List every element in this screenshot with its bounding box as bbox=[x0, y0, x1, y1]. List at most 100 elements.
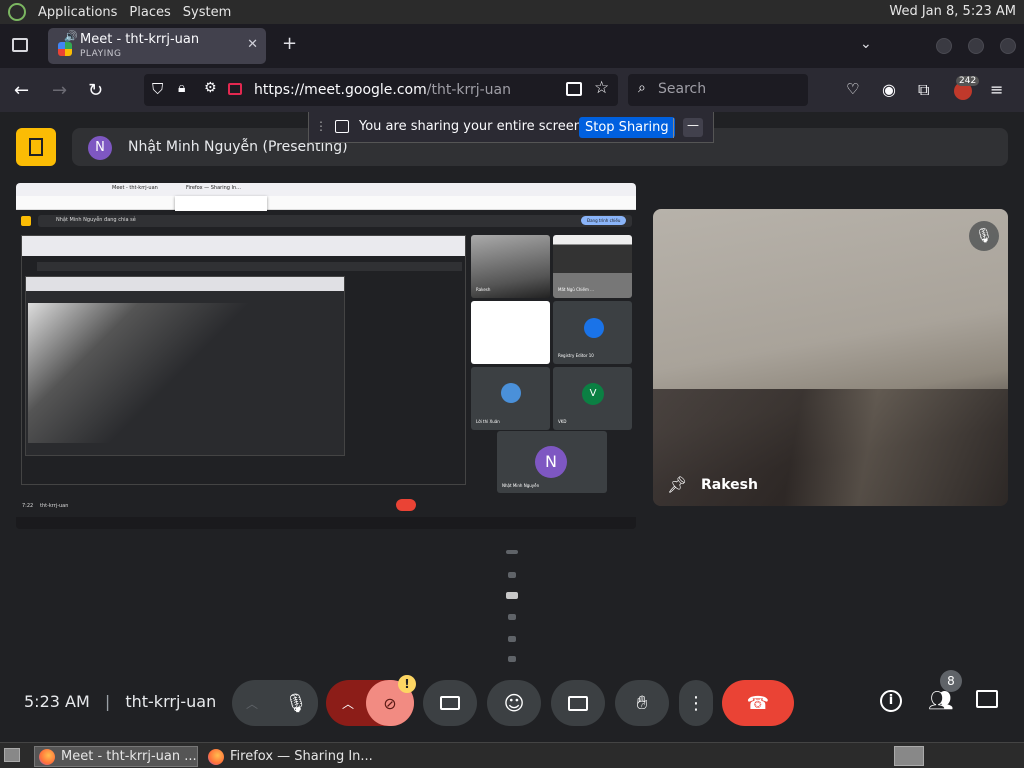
inner-registry-label: Registry Editor 10 bbox=[558, 353, 594, 358]
more-options-button[interactable]: ⋮ bbox=[679, 680, 713, 726]
inner-registry-icon bbox=[584, 318, 604, 338]
nested-tabbar-2 bbox=[26, 277, 344, 291]
inner-tile-label: Rakesh bbox=[476, 287, 491, 292]
screen-share-indicator-icon[interactable] bbox=[228, 83, 242, 95]
window-close-button[interactable] bbox=[1000, 38, 1016, 54]
reactions-button[interactable]: ☺ bbox=[487, 680, 541, 726]
hand-icon: ✋︎ bbox=[636, 692, 648, 714]
menu-hamburger-icon[interactable]: ≡ bbox=[990, 80, 1003, 99]
present-screen-icon bbox=[568, 695, 588, 711]
inner-v-avatar: V bbox=[582, 383, 604, 405]
participant-tile-rakesh[interactable]: 🎙︎ 📌︎ Rakesh bbox=[653, 209, 1008, 506]
mic-group: ︿ 🎙︎ bbox=[232, 680, 318, 726]
participant-name: Rakesh bbox=[701, 477, 758, 493]
show-desktop-icon[interactable] bbox=[4, 748, 20, 762]
meet-layout-button[interactable] bbox=[16, 128, 56, 166]
url-bar[interactable]: ⛉ 🔒︎ ⚙ https://meet.google.com/tht-krrj-… bbox=[144, 74, 618, 106]
url-text: https://meet.google.com/tht-krrj-uan bbox=[254, 82, 511, 98]
mic-button[interactable]: 🎙︎ bbox=[274, 680, 318, 726]
nested-screen-1 bbox=[21, 235, 466, 485]
present-button[interactable] bbox=[551, 680, 605, 726]
account-icon[interactable]: ◉ bbox=[882, 80, 896, 99]
firefox-icon bbox=[39, 748, 55, 765]
shared-screen-view: Meet - tht-krrj-uan Firefox — Sharing In… bbox=[16, 183, 636, 529]
captions-icon bbox=[440, 696, 460, 710]
system-clock[interactable]: Wed Jan 8, 5:23 AM bbox=[889, 4, 1016, 19]
inner-logo bbox=[21, 216, 31, 226]
nested-screen-3 bbox=[28, 303, 258, 443]
captions-button[interactable] bbox=[423, 680, 477, 726]
pin-icon[interactable]: 📌︎ bbox=[667, 475, 687, 494]
workspace-switcher[interactable] bbox=[894, 746, 924, 766]
inner-lotus-label: Lời thì Xuân bbox=[476, 419, 500, 424]
more-vertical-icon: ⋮ bbox=[687, 692, 705, 714]
url-path: /tht-krrj-uan bbox=[426, 82, 512, 98]
mic-options-icon[interactable]: ︿ bbox=[246, 695, 258, 712]
shield-icon[interactable]: ⛉ bbox=[152, 80, 163, 98]
tab-title: Meet - tht-krrj-uan bbox=[80, 32, 200, 47]
tab-playing-label: PLAYING bbox=[80, 49, 122, 59]
banner-divider bbox=[673, 118, 674, 138]
chat-icon[interactable] bbox=[976, 690, 998, 708]
menu-applications[interactable]: Applications bbox=[32, 5, 123, 20]
system-top-panel: Applications Places System Wed Jan 8, 5:… bbox=[0, 0, 1024, 24]
taskbar-item-meet[interactable]: Meet - tht-krrj-uan ... bbox=[34, 746, 198, 767]
taskbar-item-sharing[interactable]: Firefox — Sharing In... bbox=[204, 746, 384, 767]
camera-options-icon[interactable]: ︿ bbox=[342, 695, 354, 712]
leave-call-button[interactable]: ☎︎ bbox=[722, 680, 794, 726]
inner-taskbar bbox=[16, 517, 636, 529]
info-icon[interactable]: i bbox=[880, 690, 902, 712]
inner-presenter-tile-label: Nhật Minh Nguyễn bbox=[502, 483, 540, 488]
menu-system[interactable]: System bbox=[177, 5, 237, 20]
meeting-code: tht-krrj-uan bbox=[125, 692, 217, 711]
people-count-badge: 8 bbox=[940, 670, 962, 692]
scroll-indicator bbox=[500, 546, 524, 666]
warning-badge: ! bbox=[398, 675, 416, 693]
meet-favicon-icon bbox=[58, 42, 72, 56]
stop-sharing-button[interactable]: Stop Sharing bbox=[579, 117, 675, 138]
nested-tabbar bbox=[22, 236, 465, 256]
inner-tile-label-2: Mất Ngủ Chiếm ... bbox=[558, 287, 594, 292]
addon-badge: 242 bbox=[956, 76, 980, 86]
minimize-banner-button[interactable]: — bbox=[683, 118, 703, 137]
window-maximize-button[interactable] bbox=[968, 38, 984, 54]
hang-up-icon: ☎︎ bbox=[746, 692, 770, 714]
taskbar-item-label: Firefox — Sharing In... bbox=[230, 749, 373, 764]
lock-icon[interactable]: 🔒︎ bbox=[178, 80, 185, 96]
chevron-down-icon[interactable]: ⌄ bbox=[860, 36, 872, 52]
taskbar-item-label: Meet - tht-krrj-uan ... bbox=[61, 749, 197, 764]
pocket-icon[interactable]: ♡ bbox=[846, 80, 859, 98]
new-tab-icon[interactable]: + bbox=[282, 33, 297, 54]
inner-tab-label-2: Firefox — Sharing In... bbox=[186, 185, 241, 191]
search-input[interactable]: ⌕ Search bbox=[628, 74, 808, 106]
browser-tab-meet[interactable]: 🔊 Meet - tht-krrj-uan PLAYING ✕ bbox=[48, 28, 266, 64]
inner-presenter-avatar: N bbox=[535, 446, 567, 478]
bookmark-star-icon[interactable]: ☆ bbox=[594, 78, 609, 98]
nested-bar bbox=[37, 262, 462, 271]
inner-presenter-text: Nhật Minh Nguyễn đang chia sẻ bbox=[56, 217, 136, 223]
sharing-message: You are sharing your entire screen. bbox=[359, 119, 587, 134]
permissions-icon[interactable]: ⚙ bbox=[204, 80, 217, 96]
window-minimize-button[interactable] bbox=[936, 38, 952, 54]
tab-close-icon[interactable]: ✕ bbox=[247, 37, 258, 52]
drag-handle-icon[interactable]: ⋮ bbox=[315, 119, 327, 133]
inner-tab-label: Meet - tht-krrj-uan bbox=[112, 185, 158, 191]
reload-icon[interactable]: ↻ bbox=[88, 80, 103, 101]
tab-overview-icon[interactable] bbox=[12, 38, 28, 52]
meeting-details: 5:23 AM | tht-krrj-uan bbox=[24, 692, 216, 711]
sharing-indicator-banner: ⋮ You are sharing your entire screen. St… bbox=[308, 112, 714, 143]
speaker-icon[interactable]: 🔊 bbox=[64, 30, 78, 43]
system-logo-icon[interactable] bbox=[8, 3, 26, 21]
forward-icon[interactable]: → bbox=[52, 80, 67, 101]
inner-end-call bbox=[396, 499, 416, 511]
menu-places[interactable]: Places bbox=[123, 5, 176, 20]
emoji-icon: ☺ bbox=[503, 691, 525, 715]
extensions-icon[interactable]: ⧉ bbox=[918, 80, 929, 100]
meeting-separator: | bbox=[104, 692, 111, 711]
inner-tabbar bbox=[16, 183, 636, 196]
picture-in-picture-icon[interactable] bbox=[566, 82, 582, 96]
back-icon[interactable]: ← bbox=[14, 80, 29, 101]
raise-hand-button[interactable]: ✋︎ bbox=[615, 680, 669, 726]
inner-time-label: 7:22 bbox=[22, 503, 34, 509]
nested-screen-2 bbox=[25, 276, 345, 456]
